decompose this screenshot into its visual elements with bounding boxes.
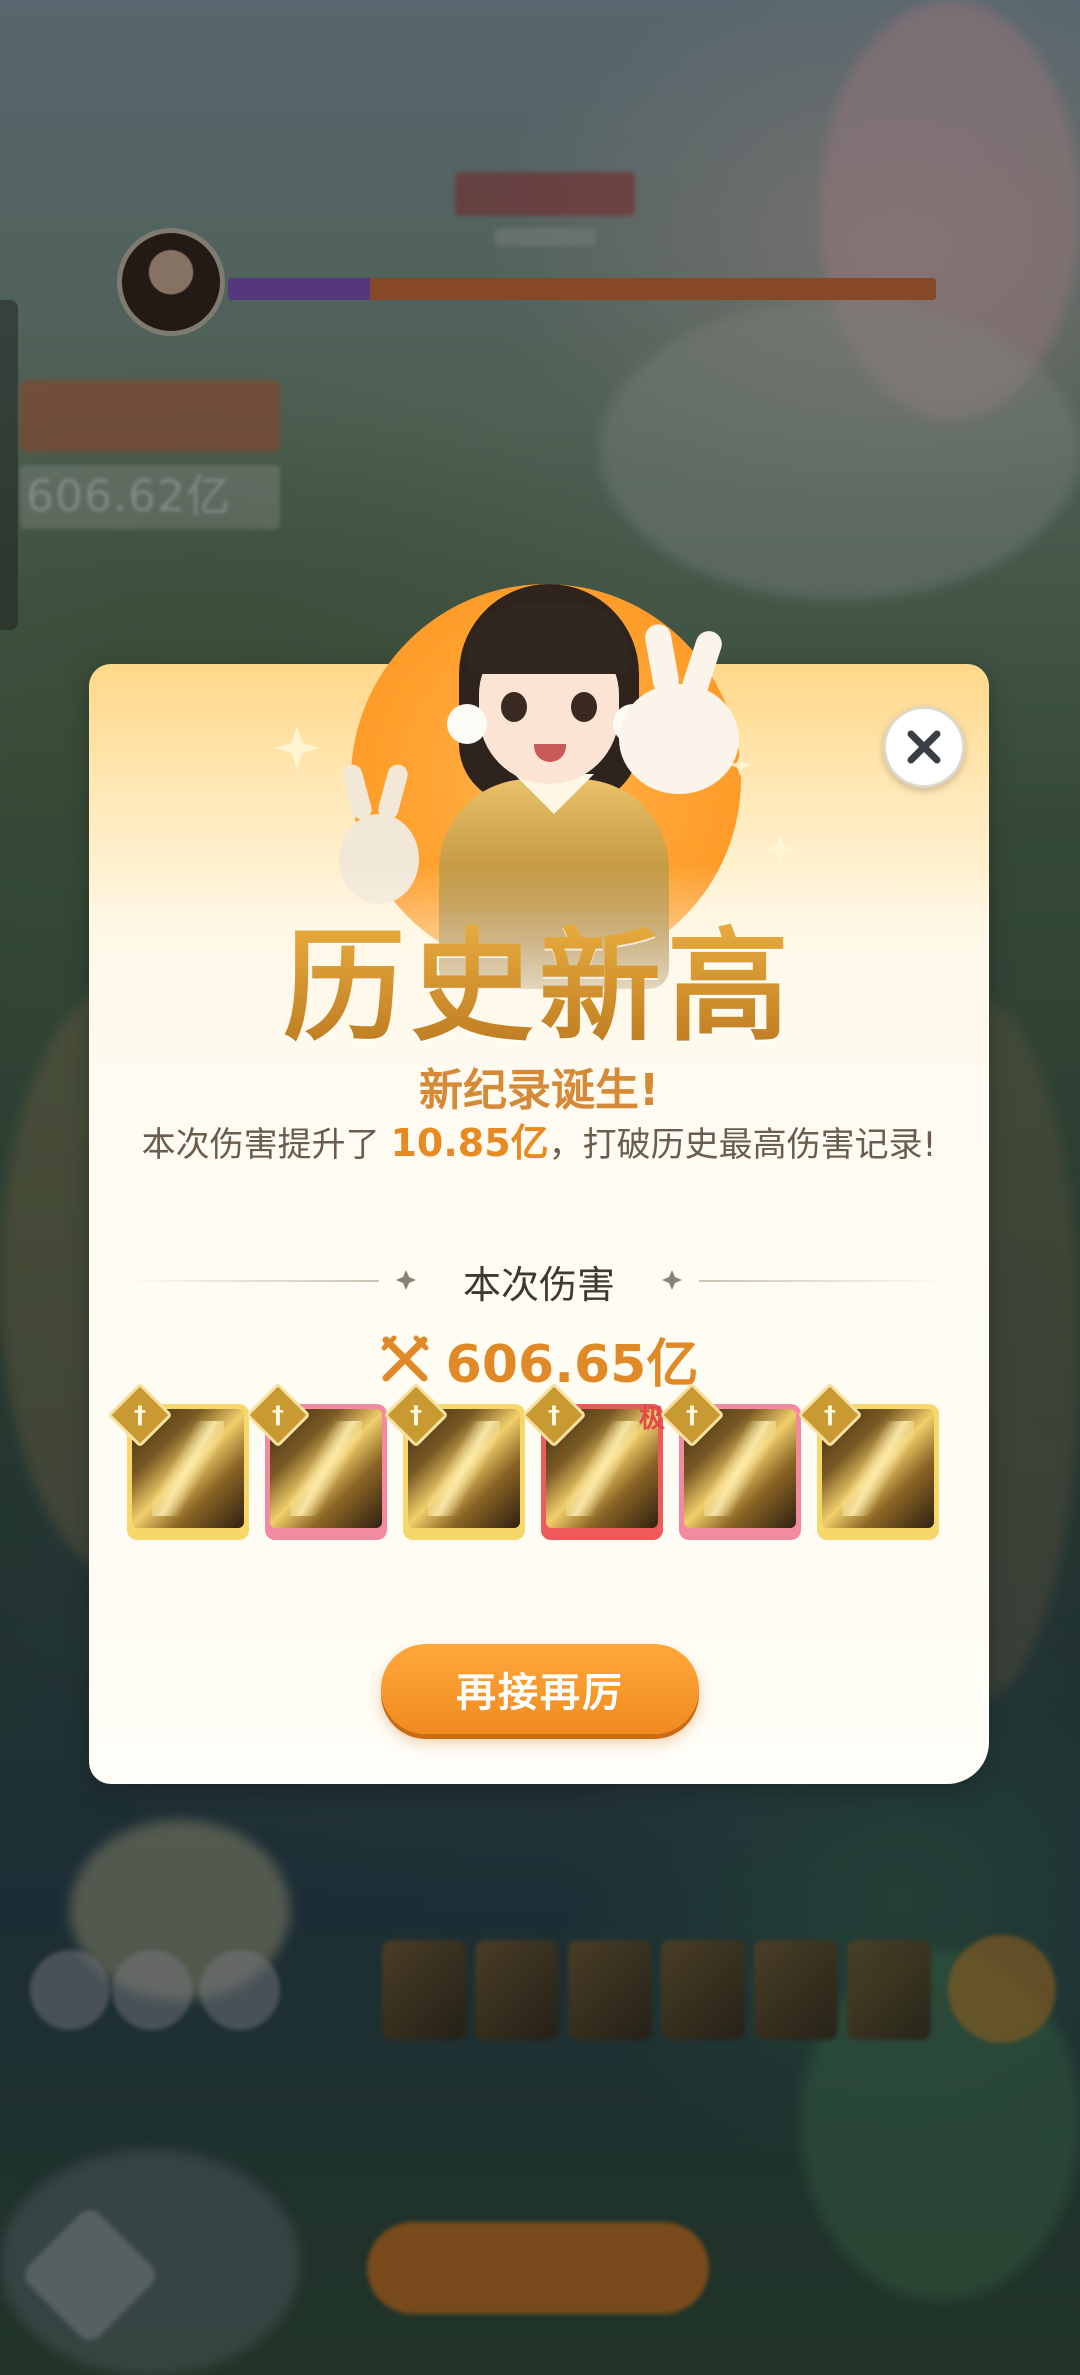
- skill-list: † † † † 极 † †: [107, 1382, 951, 1544]
- new-record-dialog: 历史新高 新纪录诞生! 本次伤害提升了 10.85亿，打破历史最高伤害记录! 本…: [89, 584, 989, 1784]
- sparkle-icon: [275, 726, 319, 770]
- dialog-subtitle: 新纪录诞生!: [418, 1065, 660, 1116]
- sparkle-icon: [765, 834, 795, 864]
- damage-total: 606.65亿: [89, 1324, 989, 1395]
- skill-icon-3[interactable]: †: [383, 1382, 525, 1540]
- skill-icon-1[interactable]: †: [107, 1382, 249, 1540]
- crossed-swords-icon: [381, 1335, 429, 1382]
- rabbit-icon: [619, 684, 739, 794]
- desc-suffix: ，打破历史最高伤害记录!: [548, 1125, 937, 1165]
- skill-icon-4[interactable]: † 极: [521, 1382, 665, 1540]
- skill-icon-6[interactable]: †: [797, 1382, 939, 1540]
- dialog-title: 历史新高: [89, 888, 989, 1065]
- skill-icon-5[interactable]: †: [659, 1382, 801, 1540]
- desc-prefix: 本次伤害提升了: [141, 1125, 391, 1165]
- try-again-button[interactable]: 再接再厉: [381, 1644, 699, 1734]
- damage-value: 606.65亿: [445, 1334, 699, 1395]
- close-button[interactable]: [883, 706, 965, 788]
- damage-increase-value: 10.85亿: [390, 1121, 549, 1165]
- close-icon: [907, 730, 941, 764]
- skill-icon-2[interactable]: †: [245, 1382, 387, 1540]
- diamond-icon: [661, 1269, 683, 1291]
- record-description: 本次伤害提升了 10.85亿，打破历史最高伤害记录!: [89, 1112, 989, 1167]
- divider-right: [699, 1280, 949, 1282]
